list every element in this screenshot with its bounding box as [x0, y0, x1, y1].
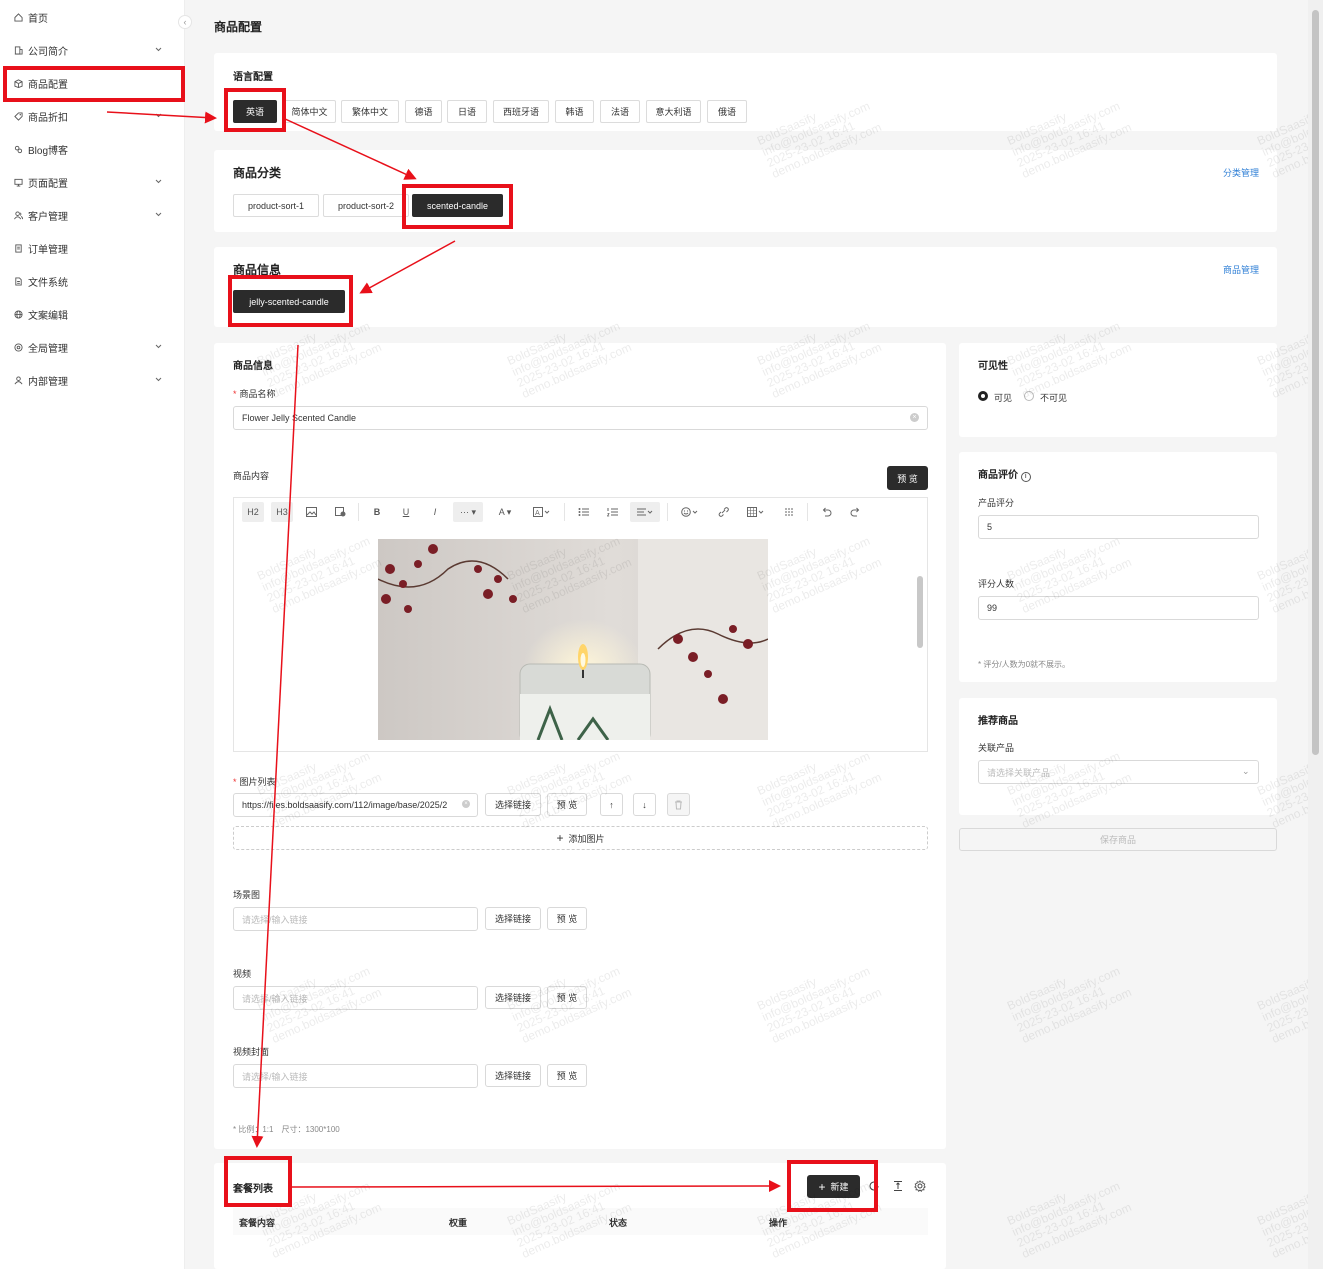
- arrow-package-to-new: [291, 1180, 781, 1193]
- arrow-sidebar-to-language: [106, 111, 217, 124]
- arrow-language-to-category: [282, 117, 417, 180]
- annotation-arrows: [106, 111, 781, 1193]
- arrow-product-to-package: [251, 344, 299, 1148]
- arrow-category-to-product: [359, 240, 456, 294]
